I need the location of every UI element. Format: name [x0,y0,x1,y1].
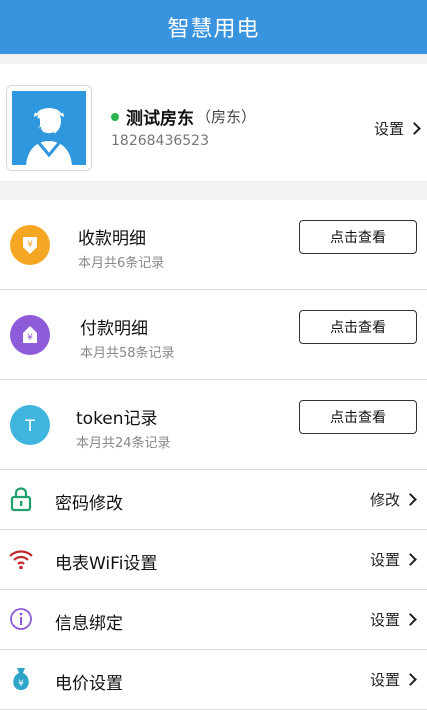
avatar-image [12,91,86,165]
payments-title: 付款明细 [80,319,148,339]
info-binding-label: 信息绑定 [55,614,123,634]
avatar[interactable] [6,85,92,171]
info-binding-action-label: 设置 [369,611,400,629]
upload-yuan-icon: ¥ [10,315,50,355]
wifi-action[interactable]: 设置 [369,549,417,570]
list-item-info-binding[interactable]: 信息绑定 设置 [0,590,427,650]
price-label: 电价设置 [55,674,123,694]
price-action[interactable]: 设置 [369,669,417,690]
wifi-action-label: 设置 [369,551,400,569]
profile-settings-label: 设置 [373,120,404,138]
receipts-title: 收款明细 [78,229,146,249]
chevron-right-icon [404,493,417,506]
password-label: 密码修改 [55,494,123,514]
list-item-payments: ¥ 付款明细 本月共58条记录 点击查看 [0,290,427,380]
svg-text:¥: ¥ [18,679,24,689]
chevron-right-icon [404,553,417,566]
token-icon-letter: T [25,415,35,435]
token-title: token记录 [76,409,158,429]
receipts-count: 本月共6条记录 [78,256,165,271]
token-icon: T [10,405,50,445]
menu-list: ¥ 收款明细 本月共6条记录 点击查看 ¥ 付款明细 本月共58条记录 点击查看… [0,200,427,710]
svg-text:¥: ¥ [27,333,33,343]
chevron-right-icon [404,673,417,686]
wifi-icon [8,546,34,572]
list-item-wifi[interactable]: 电表WiFi设置 设置 [0,530,427,590]
svg-text:¥: ¥ [27,240,33,250]
list-item-token: T token记录 本月共24条记录 点击查看 [0,380,427,470]
app-header: 智慧用电 [0,0,427,54]
profile-name: 测试房东 [126,109,194,129]
info-binding-action[interactable]: 设置 [369,609,417,630]
profile-name-row: 测试房东 （房东） [111,104,256,129]
view-payments-button[interactable]: 点击查看 [299,310,417,344]
password-action[interactable]: 修改 [369,489,417,510]
view-receipts-button[interactable]: 点击查看 [299,220,417,254]
lock-icon [8,486,34,512]
token-count: 本月共24条记录 [76,436,171,451]
profile-phone: 18268436523 [111,133,209,149]
view-token-button[interactable]: 点击查看 [299,400,417,434]
page-title: 智慧用电 [167,17,260,42]
profile-role: （房东） [196,108,257,126]
payments-count: 本月共58条记录 [80,346,175,361]
profile-settings-link[interactable]: 设置 [373,118,421,139]
password-action-label: 修改 [369,491,400,509]
wifi-label: 电表WiFi设置 [55,554,158,574]
list-item-password[interactable]: 密码修改 修改 [0,470,427,530]
download-yuan-icon: ¥ [10,225,50,265]
user-avatar-icon [12,91,86,165]
list-item-receipts: ¥ 收款明细 本月共6条记录 点击查看 [0,200,427,290]
list-item-price[interactable]: ¥ 电价设置 设置 [0,650,427,710]
chevron-right-icon [404,613,417,626]
price-action-label: 设置 [369,671,400,689]
profile-card: 测试房东 （房东） 18268436523 设置 [0,64,427,181]
money-bag-icon: ¥ [8,666,34,692]
info-icon [8,606,34,632]
online-status-icon [111,112,119,121]
chevron-right-icon [408,122,421,135]
